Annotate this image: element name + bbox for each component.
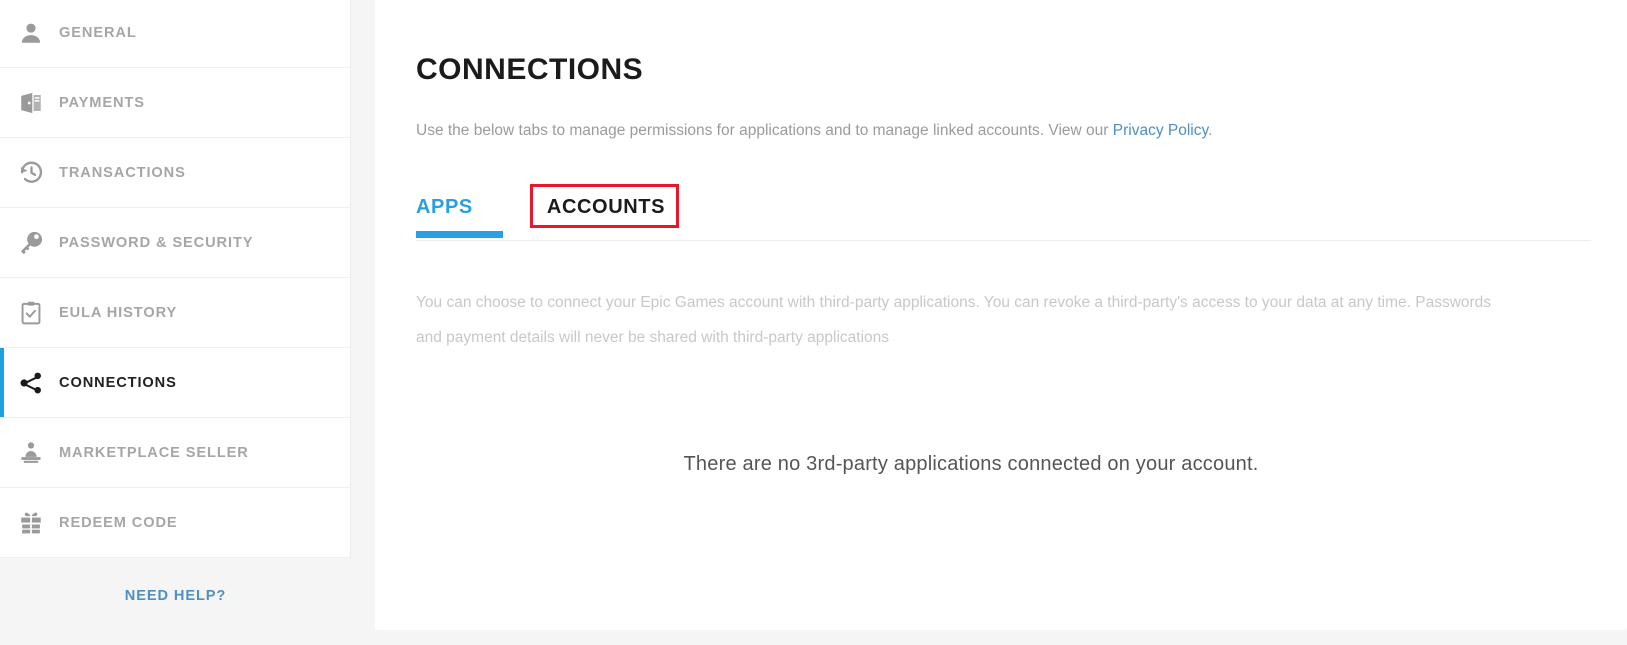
sidebar-item-label: EULA HISTORY — [59, 304, 178, 321]
share-nodes-icon — [14, 366, 48, 400]
page-subtitle-suffix: . — [1208, 122, 1213, 139]
sidebar-item-general[interactable]: GENERAL — [0, 0, 350, 68]
sidebar-item-label: CONNECTIONS — [59, 374, 177, 391]
need-help-section: NEED HELP? — [0, 560, 351, 645]
empty-state-message: There are no 3rd-party applications conn… — [683, 453, 1259, 475]
sidebar-item-label: MARKETPLACE SELLER — [59, 444, 249, 461]
sidebar-nav: GENERAL PAYMENTS TRANSACTIONS PASSWORD &… — [0, 0, 351, 558]
sidebar-item-label: REDEEM CODE — [59, 514, 178, 531]
sidebar-item-password-security[interactable]: PASSWORD & SECURITY — [0, 208, 350, 278]
gift-icon — [14, 506, 48, 540]
person-icon — [14, 16, 48, 50]
tabs-divider — [416, 240, 1591, 241]
sidebar-item-marketplace-seller[interactable]: MARKETPLACE SELLER — [0, 418, 350, 488]
clipboard-check-icon — [14, 296, 48, 330]
tab-accounts-label: ACCOUNTS — [546, 195, 666, 218]
tabs-bar: APPS ACCOUNTS — [416, 184, 1591, 242]
sidebar-item-label: PASSWORD & SECURITY — [59, 234, 254, 251]
page-subtitle-prefix: Use the below tabs to manage permissions… — [416, 122, 1113, 139]
sidebar-item-label: PAYMENTS — [59, 94, 145, 111]
sidebar-item-connections[interactable]: CONNECTIONS — [0, 348, 350, 418]
sidebar-item-label: TRANSACTIONS — [59, 164, 186, 181]
settings-page: GENERAL PAYMENTS TRANSACTIONS PASSWORD &… — [0, 0, 1627, 645]
connections-description: You can choose to connect your Epic Game… — [416, 294, 1492, 346]
wallet-icon — [14, 86, 48, 120]
need-help-link[interactable]: NEED HELP? — [125, 588, 226, 604]
sidebar-item-payments[interactable]: PAYMENTS — [0, 68, 350, 138]
tab-accounts[interactable]: ACCOUNTS — [532, 184, 680, 230]
tab-apps-label: APPS — [416, 195, 473, 218]
page-title: CONNECTIONS — [416, 53, 644, 86]
sidebar-item-redeem-code[interactable]: REDEEM CODE — [0, 488, 350, 558]
tab-apps[interactable]: APPS — [416, 184, 502, 230]
tab-apps-active-underline — [416, 231, 503, 238]
sidebar-item-transactions[interactable]: TRANSACTIONS — [0, 138, 350, 208]
sidebar-item-eula-history[interactable]: EULA HISTORY — [0, 278, 350, 348]
privacy-policy-link[interactable]: Privacy Policy — [1113, 122, 1208, 139]
main-content-panel: CONNECTIONS Use the below tabs to manage… — [375, 0, 1627, 630]
key-icon — [14, 226, 48, 260]
sidebar-item-label: GENERAL — [59, 24, 137, 41]
history-icon — [14, 156, 48, 190]
seller-desk-icon — [14, 436, 48, 470]
page-subtitle: Use the below tabs to manage permissions… — [416, 122, 1212, 140]
